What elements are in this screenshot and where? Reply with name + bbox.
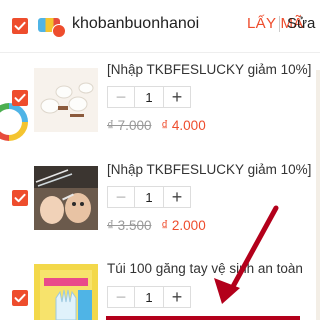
original-price: ₫ 7.000 [107, 118, 152, 133]
plastic-clips-image[interactable] [34, 68, 98, 132]
check-icon [14, 193, 26, 203]
baby-ear-pick-image[interactable] [34, 166, 98, 230]
decrease-button[interactable]: − [108, 87, 135, 107]
sale-price: ₫ 2.000 [161, 218, 206, 233]
bottom-highlight-bar [106, 316, 300, 320]
quantity-input[interactable]: 1 [135, 287, 163, 307]
shop-select-checkbox[interactable] [12, 18, 28, 34]
quantity-input[interactable]: 1 [135, 187, 163, 207]
verified-icon [52, 24, 66, 38]
item-select-checkbox[interactable] [12, 90, 28, 106]
check-icon [14, 93, 26, 103]
sale-price: ₫ 4.000 [161, 118, 206, 133]
edit-button[interactable]: Sửa [287, 15, 315, 32]
cart-item: Túi 100 găng tay vệ sinh an toàn − 1 + [0, 252, 320, 320]
price-row: ₫ 7.000 ₫ 4.000 [107, 118, 206, 133]
increase-button[interactable]: + [163, 187, 190, 207]
increase-button[interactable]: + [163, 87, 190, 107]
shop-header: khobanbuonhanoi LẤY MÃ Sửa [0, 0, 320, 53]
quantity-stepper: − 1 + [107, 286, 191, 308]
item-select-checkbox[interactable] [12, 290, 28, 306]
item-title[interactable]: Túi 100 găng tay vệ sinh an toàn [107, 261, 312, 276]
check-icon [14, 21, 26, 31]
item-title[interactable]: [Nhập TKBFESLUCKY giảm 10%] Miếng [107, 62, 312, 77]
header-divider [279, 16, 280, 32]
quantity-stepper: − 1 + [107, 86, 191, 108]
quantity-stepper: − 1 + [107, 186, 191, 208]
check-icon [14, 293, 26, 303]
increase-button[interactable]: + [163, 287, 190, 307]
item-title[interactable]: [Nhập TKBFESLUCKY giảm 10%] Que [107, 162, 312, 177]
shop-name[interactable]: khobanbuonhanoi [72, 15, 199, 33]
decrease-button[interactable]: − [108, 187, 135, 207]
quantity-input[interactable]: 1 [135, 87, 163, 107]
decrease-button[interactable]: − [108, 287, 135, 307]
original-price: ₫ 3.500 [107, 218, 152, 233]
cart-item: [Nhập TKBFESLUCKY giảm 10%] Miếng − 1 + … [0, 52, 320, 144]
item-select-checkbox[interactable] [12, 190, 28, 206]
gloves-pack-image[interactable] [34, 264, 98, 320]
price-row: ₫ 3.500 ₫ 2.000 [107, 218, 206, 233]
cart-item: [Nhập TKBFESLUCKY giảm 10%] Que − 1 + ₫ … [0, 152, 320, 244]
